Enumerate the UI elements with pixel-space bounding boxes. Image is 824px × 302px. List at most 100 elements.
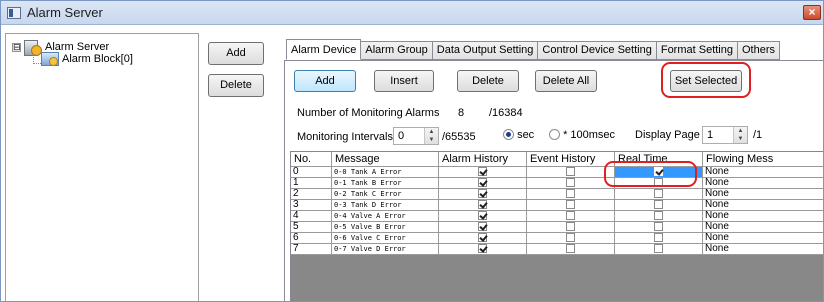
cell-alarm-history[interactable] [439,244,527,255]
checkbox-unchecked-icon[interactable] [566,178,575,187]
checkbox-unchecked-icon[interactable] [566,189,575,198]
checkbox-checked-icon[interactable] [478,244,487,253]
cell-event-history[interactable] [527,178,615,189]
column-header-message[interactable]: Message [332,152,439,167]
column-header-flowing-message[interactable]: Flowing Mess [703,152,823,167]
cell-event-history[interactable] [527,211,615,222]
cell-flowing-message[interactable]: None [703,222,823,233]
cell-message[interactable]: 0-6 Valve C Error [332,233,439,244]
cell-real-time[interactable] [615,233,703,244]
checkbox-unchecked-icon[interactable] [566,167,575,176]
cell-no[interactable]: 0 [291,167,332,178]
cell-flowing-message[interactable]: None [703,233,823,244]
tab-others[interactable]: Others [737,41,780,60]
radio-sec[interactable]: sec [503,129,534,141]
cell-flowing-message[interactable]: None [703,200,823,211]
insert-button[interactable]: Insert [374,70,434,92]
checkbox-unchecked-icon[interactable] [566,222,575,231]
cell-real-time[interactable] [615,200,703,211]
close-button[interactable]: × [803,5,821,20]
column-header-no[interactable]: No. [291,152,332,167]
cell-message[interactable]: 0-0 Tank A Error [332,167,439,178]
alarm-grid[interactable]: No. Message Alarm History Event History … [290,151,823,301]
checkbox-checked-icon[interactable] [478,233,487,242]
tab-format-setting[interactable]: Format Setting [656,41,738,60]
spinner-arrows-icon[interactable]: ▲ ▼ [424,128,438,144]
checkbox-unchecked-icon[interactable] [566,233,575,242]
table-row[interactable]: 7 0-7 Valve D Error None [291,244,823,255]
cell-no[interactable]: 5 [291,222,332,233]
cell-alarm-history[interactable] [439,178,527,189]
spinner-arrows-icon[interactable]: ▲ ▼ [733,127,747,143]
delete-button[interactable]: Delete [457,70,519,92]
cell-flowing-message[interactable]: None [703,244,823,255]
cell-alarm-history[interactable] [439,211,527,222]
cell-flowing-message[interactable]: None [703,167,823,178]
table-row[interactable]: 6 0-6 Valve C Error None [291,233,823,244]
cell-alarm-history[interactable] [439,222,527,233]
cell-event-history[interactable] [527,244,615,255]
cell-no[interactable]: 6 [291,233,332,244]
cell-event-history[interactable] [527,200,615,211]
tab-alarm-device[interactable]: Alarm Device [286,39,362,60]
cell-real-time[interactable] [615,189,703,200]
display-page-spinner[interactable]: 1 ▲ ▼ [702,126,748,144]
cell-flowing-message[interactable]: None [703,189,823,200]
cell-real-time[interactable] [615,211,703,222]
checkbox-unchecked-icon[interactable] [654,244,663,253]
checkbox-checked-icon[interactable] [478,178,487,187]
checkbox-checked-icon[interactable] [478,167,487,176]
cell-message[interactable]: 0-2 Tank C Error [332,189,439,200]
cell-message[interactable]: 0-3 Tank D Error [332,200,439,211]
tree-node-alarm-block[interactable]: Alarm Block[0] [41,52,133,66]
tree-add-button[interactable]: Add [208,42,264,65]
cell-flowing-message[interactable]: None [703,178,823,189]
tree-view[interactable]: ⊟ Alarm Server Alarm Block[0] [5,33,199,301]
checkbox-unchecked-icon[interactable] [566,200,575,209]
cell-message[interactable]: 0-4 Valve A Error [332,211,439,222]
cell-alarm-history[interactable] [439,189,527,200]
column-header-event-history[interactable]: Event History [527,152,615,167]
checkbox-checked-icon[interactable] [478,200,487,209]
checkbox-unchecked-icon[interactable] [654,222,663,231]
checkbox-unchecked-icon[interactable] [566,244,575,253]
cell-real-time[interactable] [615,244,703,255]
checkbox-unchecked-icon[interactable] [654,211,663,220]
cell-no[interactable]: 4 [291,211,332,222]
cell-alarm-history[interactable] [439,233,527,244]
radio-on-icon[interactable] [503,129,514,140]
checkbox-unchecked-icon[interactable] [654,233,663,242]
tab-control-device-setting[interactable]: Control Device Setting [538,41,657,60]
table-row[interactable]: 0 0-0 Tank A Error None [291,167,823,178]
cell-no[interactable]: 3 [291,200,332,211]
column-header-alarm-history[interactable]: Alarm History [439,152,527,167]
cell-event-history[interactable] [527,189,615,200]
delete-all-button[interactable]: Delete All [535,70,597,92]
checkbox-checked-icon[interactable] [478,222,487,231]
monitoring-intervals-spinner[interactable]: 0 ▲ ▼ [393,127,439,145]
cell-message[interactable]: 0-5 Valve B Error [332,222,439,233]
cell-message[interactable]: 0-1 Tank B Error [332,178,439,189]
checkbox-checked-icon[interactable] [478,211,487,220]
table-row[interactable]: 5 0-5 Valve B Error None [291,222,823,233]
tab-data-output-setting[interactable]: Data Output Setting [432,41,539,60]
cell-event-history[interactable] [527,233,615,244]
add-button[interactable]: Add [294,70,356,92]
checkbox-unchecked-icon[interactable] [654,189,663,198]
table-row[interactable]: 4 0-4 Valve A Error None [291,211,823,222]
checkbox-checked-icon[interactable] [478,189,487,198]
cell-alarm-history[interactable] [439,200,527,211]
checkbox-unchecked-icon[interactable] [566,211,575,220]
table-row[interactable]: 2 0-2 Tank C Error None [291,189,823,200]
table-row[interactable]: 1 0-1 Tank B Error None [291,178,823,189]
collapse-icon[interactable]: ⊟ [12,42,21,52]
radio-off-icon[interactable] [549,129,560,140]
cell-event-history[interactable] [527,167,615,178]
tree-delete-button[interactable]: Delete [208,74,264,97]
cell-alarm-history[interactable] [439,167,527,178]
cell-message[interactable]: 0-7 Valve D Error [332,244,439,255]
cell-event-history[interactable] [527,222,615,233]
radio-100msec[interactable]: * 100msec [549,129,615,141]
cell-real-time[interactable] [615,222,703,233]
cell-flowing-message[interactable]: None [703,211,823,222]
